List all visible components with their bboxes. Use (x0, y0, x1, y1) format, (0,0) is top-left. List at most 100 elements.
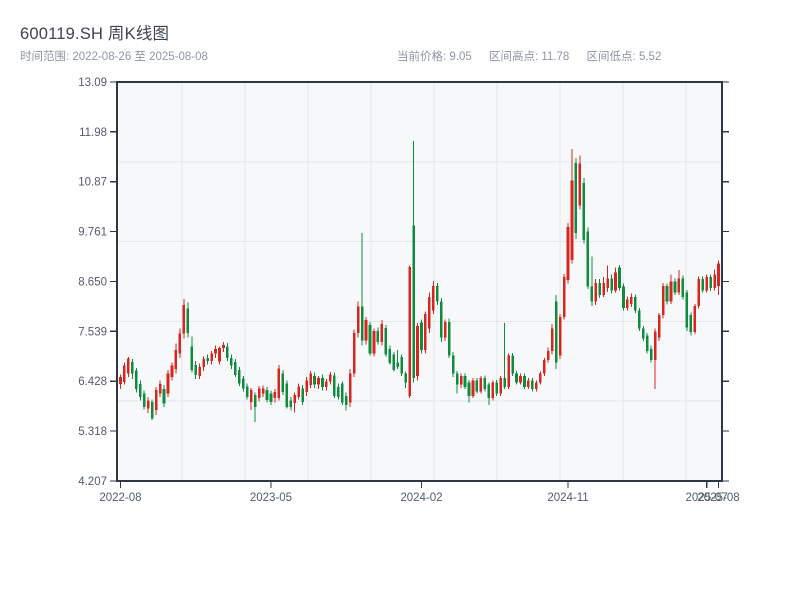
candle-body (574, 162, 578, 233)
candle-body (483, 378, 487, 390)
candle-body (515, 373, 518, 383)
candle-body (582, 183, 586, 241)
candle-body (535, 382, 538, 390)
candle-body (499, 378, 502, 394)
candle-body (626, 299, 629, 308)
candle-body (245, 386, 249, 397)
candle-body (368, 325, 372, 354)
candle-body (697, 279, 701, 307)
candle-body (230, 357, 233, 366)
candle-body (554, 301, 558, 363)
candle-body (546, 351, 550, 361)
candle-body (194, 364, 198, 375)
candle-body (360, 306, 364, 341)
candle-body (598, 282, 602, 295)
candle-body (321, 378, 324, 387)
candle-body (685, 292, 689, 328)
candle-body (158, 383, 162, 394)
candle-body (226, 346, 229, 358)
candle-body (297, 386, 301, 397)
candle-body (170, 365, 174, 378)
candle-body (578, 163, 582, 206)
candle-body (412, 225, 415, 379)
candle-body (206, 357, 209, 361)
candle-body (333, 375, 336, 396)
candle-body (174, 350, 178, 370)
kline-chart: 13.09 11.98 10.87 9.761 8.650 7.539 6.428 5.318… (78, 77, 739, 504)
candle-body (542, 360, 546, 374)
candle-body (527, 380, 530, 387)
candle-body (396, 362, 400, 367)
candle-body (511, 355, 514, 374)
candle-body (281, 373, 285, 392)
candle-body (380, 324, 384, 343)
candle-body (376, 330, 380, 343)
candle-body (641, 328, 645, 339)
candle-body (701, 279, 704, 291)
candle-body (586, 231, 590, 287)
candle-body (388, 348, 392, 364)
candle-body (237, 369, 241, 384)
candle-body (309, 373, 312, 386)
candle-body (566, 227, 570, 281)
candle-body (669, 281, 673, 302)
candle-body (198, 366, 201, 376)
candle-body (665, 285, 669, 302)
candle-body (364, 320, 368, 341)
candle-body (519, 375, 522, 383)
candle-body (178, 333, 182, 354)
candle-body (531, 380, 534, 390)
candle-body (463, 375, 467, 387)
candle-body (475, 380, 479, 392)
candle-body (241, 378, 245, 389)
kline-chart-page: 600119.SH 周K线图 时间范围: 2022-08-26 至 2025-0… (0, 0, 800, 600)
candle-body (432, 285, 435, 311)
candle-body (210, 353, 213, 361)
y-tick-label: 4.207 (78, 476, 107, 488)
plot-background (117, 82, 722, 481)
candle-body (705, 276, 708, 291)
y-tick-label: 8.650 (78, 276, 107, 288)
candle-body (594, 282, 598, 302)
candle-body (590, 286, 594, 302)
candle-body (630, 297, 633, 304)
candle-body (709, 276, 712, 289)
candle-body (154, 390, 158, 410)
candle-body (218, 347, 221, 362)
candle-body (142, 393, 146, 407)
candle-body (249, 390, 253, 402)
candle-body (289, 400, 293, 408)
x-tick-label: 2024-02 (400, 492, 442, 504)
x-tick-label: 2023-05 (250, 492, 292, 504)
candle-body (202, 359, 205, 368)
candle-body (131, 361, 134, 374)
candle-body (451, 355, 455, 374)
candle-body (428, 297, 431, 329)
y-tick-label: 9.761 (78, 227, 107, 239)
candle-body (356, 306, 360, 334)
candle-body (439, 301, 443, 338)
candle-body (420, 322, 423, 351)
candle-body (273, 391, 277, 399)
candle-body (135, 370, 138, 389)
y-tick-label: 7.539 (78, 326, 107, 338)
candle-body (127, 358, 130, 374)
candle-body (190, 346, 194, 370)
candle-body (487, 384, 491, 399)
candle-body (222, 344, 225, 348)
candle-body (285, 383, 289, 407)
candle-body (337, 386, 340, 397)
candle-body (523, 375, 526, 387)
candle-body (649, 348, 653, 361)
candle-body (634, 297, 637, 311)
y-tick-label: 10.87 (78, 177, 107, 189)
candle-body (408, 267, 411, 396)
candle-body (313, 375, 316, 385)
y-tick-label: 6.428 (78, 376, 107, 388)
candle-body (293, 395, 297, 404)
candle-body (166, 373, 170, 394)
candle-body (234, 361, 237, 375)
candle-body (570, 180, 574, 260)
candle-body (265, 390, 269, 401)
candle-body (455, 373, 459, 385)
